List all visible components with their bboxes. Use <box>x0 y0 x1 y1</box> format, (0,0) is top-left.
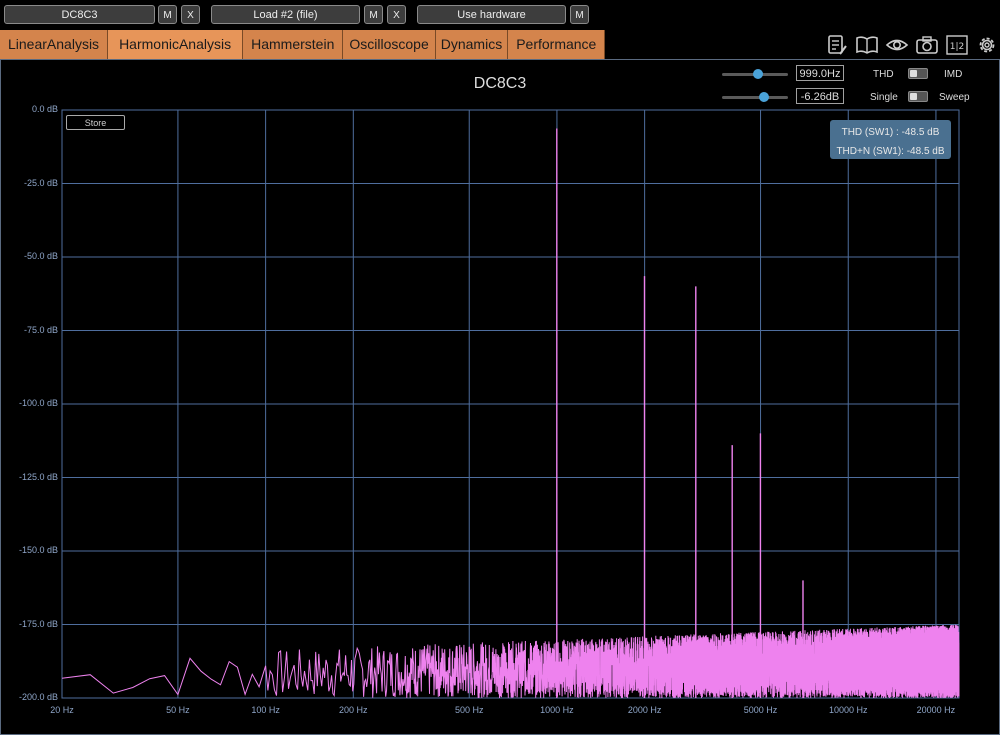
single-mode-label: Single <box>870 92 898 103</box>
x-tick-label: 100 Hz <box>251 705 280 715</box>
frequency-value-field[interactable]: 999.0Hz <box>796 65 844 81</box>
y-tick-label: -100.0 dB <box>18 398 58 408</box>
imd-mode-label: IMD <box>944 69 963 80</box>
level-control: -6.26dB <box>722 88 847 106</box>
x-tick-label: 500 Hz <box>454 705 484 715</box>
store-button[interactable]: Store <box>66 115 125 130</box>
thdn-readout-line: THD+N (SW1): -48.5 dB <box>836 146 945 157</box>
x-tick-label: 20000 Hz <box>916 705 956 715</box>
x-tick-label: 2000 Hz <box>627 705 662 715</box>
y-tick-label: -200.0 dB <box>18 692 58 702</box>
y-tick-label: 0.0 dB <box>31 104 58 114</box>
y-tick-label: -150.0 dB <box>18 545 58 555</box>
thd-imd-toggle[interactable] <box>908 68 928 79</box>
x-tick-label: 1000 Hz <box>540 705 574 715</box>
y-tick-label: -50.0 dB <box>23 251 58 261</box>
frequency-slider-knob[interactable] <box>753 69 764 79</box>
thd-mode-label: THD <box>873 69 894 80</box>
y-tick-label: -25.0 dB <box>23 177 58 188</box>
level-slider[interactable] <box>722 96 788 99</box>
chart-title: DC8C3 <box>473 75 527 92</box>
x-tick-label: 20 Hz <box>50 705 74 715</box>
x-tick-label: 200 Hz <box>339 705 368 715</box>
y-tick-label: -75.0 dB <box>23 324 58 335</box>
thd-readout: THD (SW1) : -48.5 dB THD+N (SW1): -48.5 … <box>830 120 951 159</box>
sweep-mode-label: Sweep <box>939 92 970 103</box>
plot-grid <box>61 109 960 699</box>
level-value-field[interactable]: -6.26dB <box>796 88 844 104</box>
noise-floor-trace <box>61 624 960 699</box>
y-tick-label: -125.0 dB <box>18 471 58 482</box>
level-slider-knob[interactable] <box>758 92 769 102</box>
frequency-control: 999.0Hz <box>722 65 847 83</box>
y-tick-label: -175.0 dB <box>18 618 58 629</box>
x-tick-label: 10000 Hz <box>828 705 868 715</box>
thd-readout-line: THD (SW1) : -48.5 dB <box>841 127 940 138</box>
single-sweep-toggle[interactable] <box>908 91 928 102</box>
x-tick-label: 50 Hz <box>166 705 190 715</box>
x-tick-label: 5000 Hz <box>743 705 778 715</box>
spectrum-plot <box>61 109 960 699</box>
spectrum-trace <box>61 128 960 699</box>
